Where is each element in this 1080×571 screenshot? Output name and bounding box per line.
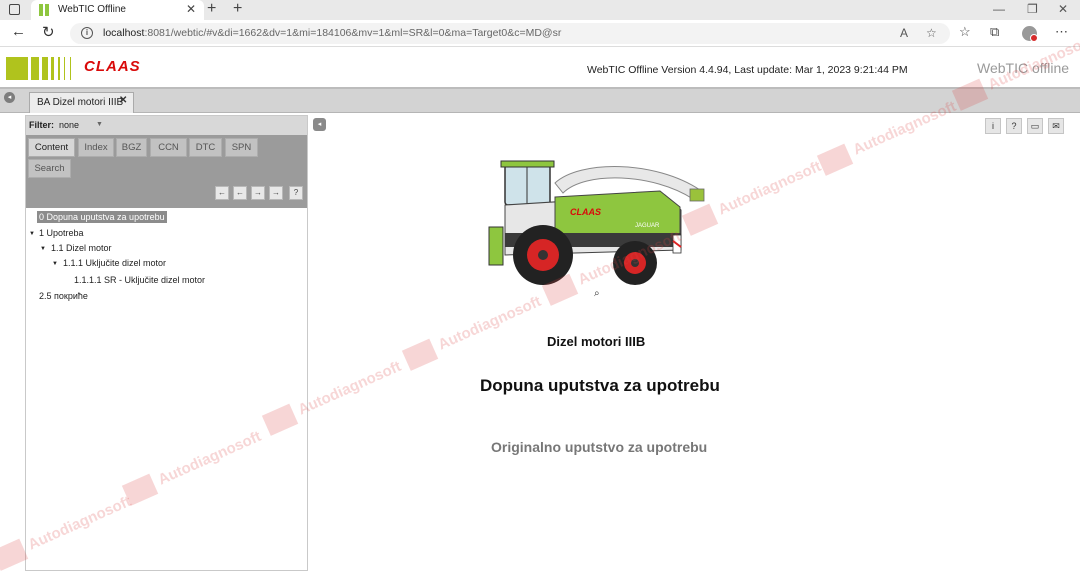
browser-tabstrip: WebTIC Offline ✕ + + — ❐ ✕	[0, 0, 1080, 20]
help-button[interactable]: ?	[1006, 118, 1022, 134]
reload-icon[interactable]: ↻	[42, 23, 55, 41]
app-header: CLAAS WebTIC Offline Version 4.4.94, Las…	[0, 47, 1080, 89]
tree-item[interactable]: 1.1 Dizel motor	[51, 243, 112, 253]
content-toggle-icon[interactable]: ◂	[313, 118, 326, 131]
tree-item[interactable]: 2.5 покриће	[39, 291, 88, 301]
collections-icon[interactable]: ⧉	[990, 24, 999, 40]
back-icon[interactable]: ←	[11, 23, 26, 40]
new-tab-icon[interactable]: +	[207, 0, 216, 18]
tab-actions-icon[interactable]	[9, 4, 20, 15]
expand-caret-icon[interactable]: ▼	[29, 231, 35, 237]
tab-ccn[interactable]: CCN	[150, 138, 187, 157]
claas-logo: CLAAS	[84, 58, 141, 75]
panel-tabs: Content Index BGZ CCN DTC SPN Search ← ←…	[26, 135, 307, 208]
profile-avatar[interactable]	[1022, 26, 1038, 42]
manual-model-title: Dizel motori IIIB	[547, 334, 646, 349]
address-bar: ← ↻ i localhost:8081/webtic/#v&di=1662&d…	[0, 20, 1080, 47]
url-text: localhost:8081/webtic/#v&di=1662&dv=1&mi…	[103, 27, 562, 39]
expand-caret-icon[interactable]: ▼	[40, 246, 46, 252]
tree-item[interactable]: 1.1.1.1 SR - Uključite dizel motor	[74, 275, 205, 285]
first-page-button[interactable]: ←	[215, 186, 229, 200]
tab-list-icon[interactable]: +	[233, 0, 242, 18]
filter-bar: Filter: none ▼	[26, 116, 307, 135]
webtic-brand: WebTIC offline	[977, 60, 1070, 76]
tab-dtc[interactable]: DTC	[189, 138, 222, 157]
chevron-down-icon[interactable]: ▼	[96, 121, 103, 128]
restore-icon[interactable]: ❐	[1027, 2, 1038, 16]
watermark: Autodiagnosoft	[402, 291, 545, 371]
tab-index[interactable]: Index	[78, 138, 114, 157]
url-field[interactable]: i localhost:8081/webtic/#v&di=1662&dv=1&…	[70, 23, 950, 44]
help-button[interactable]: ?	[289, 186, 303, 200]
svg-text:CLAAS: CLAAS	[570, 207, 601, 217]
document-tab-row: ◂ BA Dizel motori IIIB ✕	[0, 89, 1080, 113]
close-tab-icon[interactable]: ✕	[186, 2, 196, 16]
filter-select[interactable]: none	[59, 120, 79, 130]
info-button[interactable]: i	[985, 118, 1001, 134]
last-page-button[interactable]: →	[269, 186, 283, 200]
favorite-icon[interactable]: ☆	[926, 26, 937, 40]
prev-page-button[interactable]: ←	[233, 186, 247, 200]
expand-caret-icon[interactable]: ▼	[52, 261, 58, 267]
tab-search[interactable]: Search	[28, 159, 71, 178]
document-tab[interactable]: BA Dizel motori IIIB ✕	[29, 92, 134, 113]
more-menu-icon[interactable]: ⋯	[1055, 24, 1068, 40]
window-close-icon[interactable]: ✕	[1058, 2, 1068, 16]
navigation-panel: Filter: none ▼ Content Index BGZ CCN DTC…	[25, 115, 308, 571]
manual-subtitle: Originalno uputstvo za upotrebu	[491, 439, 708, 455]
print-button[interactable]: ▭	[1027, 118, 1043, 134]
tab-spn[interactable]: SPN	[225, 138, 258, 157]
zoom-icon[interactable]: ⌕	[594, 288, 600, 299]
browser-tab[interactable]: WebTIC Offline ✕	[31, 0, 204, 20]
version-info: WebTIC Offline Version 4.4.94, Last upda…	[587, 64, 908, 76]
favorites-bar-icon[interactable]: ☆	[959, 24, 971, 40]
next-page-button[interactable]: →	[251, 186, 265, 200]
browser-tab-title: WebTIC Offline	[58, 4, 126, 15]
manual-main-title: Dopuna uputstva za upotrebu	[480, 376, 720, 395]
site-info-icon[interactable]: i	[81, 27, 93, 39]
claas-logo-bars	[6, 57, 78, 80]
tree-item[interactable]: 0 Dopuna uputstva za upotrebu	[37, 211, 167, 223]
minimize-icon[interactable]: —	[993, 2, 1005, 16]
close-document-icon[interactable]: ✕	[119, 95, 127, 106]
tree-item[interactable]: 1.1.1 Uključite dizel motor	[63, 258, 166, 268]
filter-label: Filter:	[29, 120, 55, 130]
tree-item[interactable]: 1 Upotreba	[39, 228, 84, 238]
mail-button[interactable]: ✉	[1048, 118, 1064, 134]
tab-content[interactable]: Content	[28, 138, 75, 157]
read-aloud-icon[interactable]: A	[900, 26, 908, 40]
collapse-sidebar-icon[interactable]: ◂	[4, 92, 15, 103]
document-tab-label: BA Dizel motori IIIB	[37, 97, 124, 108]
webtic-favicon-icon	[39, 4, 49, 16]
svg-text:JAGUAR: JAGUAR	[635, 223, 660, 229]
forage-harvester-image: CLAAS JAGUAR	[488, 160, 705, 285]
tab-bgz[interactable]: BGZ	[116, 138, 147, 157]
